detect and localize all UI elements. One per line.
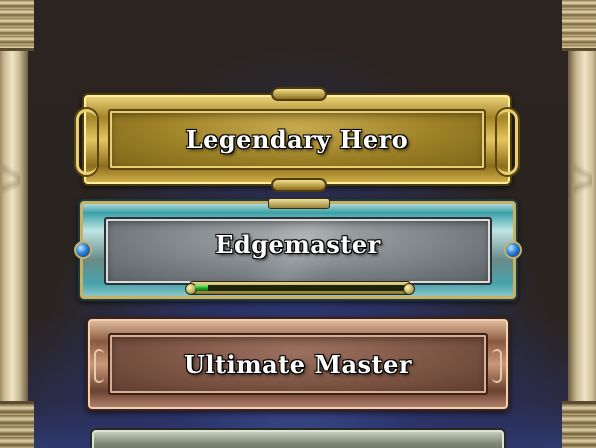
silver-top-tab-ornament	[268, 198, 330, 209]
legendary-hero-title-button[interactable]: Legendary Hero	[76, 87, 518, 192]
legendary-hero-label: Legendary Hero	[185, 125, 409, 154]
left-pillar-veining	[2, 60, 20, 360]
edgemaster-title-button[interactable]: Edgemaster	[74, 198, 522, 301]
left-pillar-capital	[0, 0, 34, 51]
progress-fill	[195, 285, 208, 291]
gold-crest-bottom-ornament	[271, 178, 327, 192]
progress-track	[195, 285, 405, 291]
legendary-hero-plate: Legendary Hero	[108, 109, 486, 170]
ultimate-master-label: Ultimate Master	[183, 349, 413, 379]
ultimate-master-title-button[interactable]: Ultimate Master	[86, 317, 510, 411]
right-pillar-capital	[562, 0, 596, 51]
left-pillar-base	[0, 401, 34, 448]
right-marble-pillar	[562, 0, 596, 448]
edgemaster-plate: Edgemaster	[104, 217, 492, 285]
progress-cap-right-icon	[403, 283, 415, 295]
next-title-button-partial[interactable]	[90, 428, 506, 448]
gold-scroll-left-ornament	[76, 109, 97, 175]
blue-gem-left-icon	[74, 241, 92, 259]
bronze-flourish-right-ornament	[492, 349, 502, 383]
bronze-flourish-left-ornament	[94, 349, 104, 383]
title-select-screen: Legendary Hero Edgemaster Ultimate Maste…	[0, 0, 596, 448]
gold-scroll-right-ornament	[497, 109, 518, 175]
left-marble-pillar	[0, 0, 34, 448]
ultimate-master-plate: Ultimate Master	[108, 333, 488, 395]
blue-gem-right-icon	[504, 241, 522, 259]
gold-crest-top-ornament	[271, 87, 327, 101]
right-pillar-veining	[574, 60, 592, 360]
edgemaster-progress-bar	[185, 281, 415, 295]
right-pillar-base	[562, 401, 596, 448]
edgemaster-label: Edgemaster	[215, 229, 381, 259]
